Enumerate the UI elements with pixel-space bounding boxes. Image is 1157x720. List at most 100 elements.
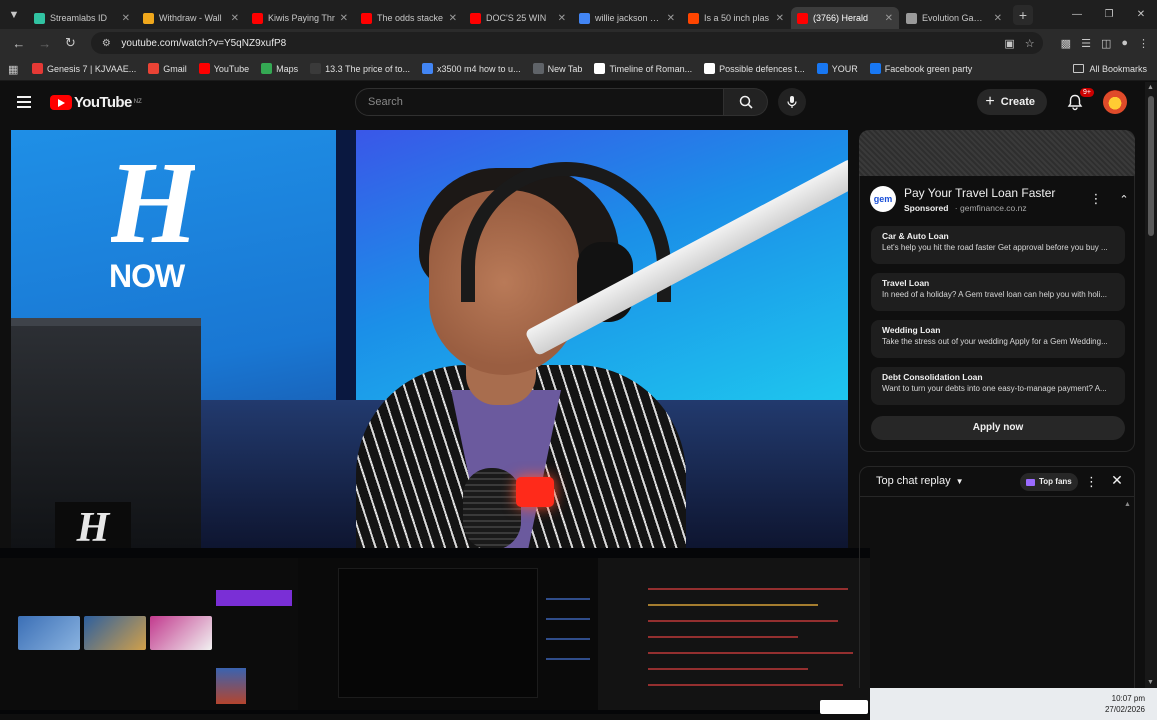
side-panel-icon[interactable]: ◫ [1101,37,1111,50]
chat-scroll-up-icon[interactable]: ▲ [1124,501,1131,508]
create-button[interactable]: + Create [977,89,1047,115]
tab-close-icon[interactable]: ✕ [994,13,1002,24]
bookmark-item[interactable]: YOUR [816,63,858,74]
address-url[interactable]: youtube.com/watch?v=Y5qNZ9xufP8 [121,38,994,49]
search-icon [739,95,753,109]
browser-tab[interactable]: The odds stacke ✕ [355,7,463,29]
bookmark-item[interactable]: Genesis 7 | KJVAAE... [32,63,136,74]
chat-mode-dropdown[interactable]: Top chat replay ▼ [876,475,964,487]
tab-close-icon[interactable]: ✕ [558,13,566,24]
bookmark-item[interactable]: Maps [261,63,298,74]
tab-close-icon[interactable]: ✕ [340,13,348,24]
scrollbar-thumb[interactable] [1148,96,1154,236]
corner-brand-letter: H [76,505,111,547]
apply-now-button[interactable]: Apply now [871,416,1125,440]
browser-tab[interactable]: (3766) Herald ✕ [791,7,899,29]
tab-close-icon[interactable]: ✕ [231,13,239,24]
video-player[interactable]: H NOW H [11,130,848,548]
notifications-button[interactable]: 9+ [1061,88,1094,116]
advertiser-logo-text: gem [873,194,893,204]
ad-title[interactable]: Pay Your Travel Loan Faster [904,186,1055,200]
tab-close-icon[interactable]: ✕ [449,13,457,24]
install-app-icon[interactable]: ▣ [1004,37,1014,50]
bookmark-label: Facebook green party [884,63,973,74]
bookmark-label: Gmail [163,63,187,74]
bookmark-item[interactable]: Facebook green party [869,63,973,74]
bookmark-item[interactable]: 13.3 The price of to... [310,63,410,74]
corner-h-logo: H [76,505,111,547]
back-arrow-icon[interactable]: ← [8,32,30,54]
tab-title: (3766) Herald [813,13,869,23]
chat-more-options-icon[interactable]: ⋮ [1085,474,1098,490]
minimize-icon[interactable]: — [1061,0,1093,29]
tab-close-icon[interactable]: ✕ [122,13,130,24]
bookmark-list: Genesis 7 | KJVAAE... Gmail YouTube Maps 13.… [32,63,984,74]
restore-icon[interactable]: ❐ [1093,0,1125,29]
top-fans-button[interactable]: Top fans [1020,473,1078,491]
advertiser-logo[interactable]: gem [870,186,896,212]
bookmark-favicon-icon [198,63,210,74]
tab-favicon-icon [797,12,808,24]
forward-arrow-icon[interactable]: → [34,32,56,54]
tab-search-icon[interactable]: ▼ [0,0,28,29]
ad-sitelink-3[interactable]: Wedding Loan Take the stress out of your… [871,320,1125,358]
profile-icon[interactable]: ● [1121,37,1128,50]
capture-log-line [648,636,798,638]
microphone-icon [787,96,797,108]
taskbar-clock[interactable]: 10:07 pm 27/02/2026 [870,688,1157,720]
extensions-icon[interactable]: ▩ [1061,37,1071,50]
chat-close-icon[interactable]: ✕ [1109,472,1125,489]
tray-app-icon[interactable] [820,700,868,714]
site-info-icon[interactable]: ⚙ [99,36,113,50]
reload-icon[interactable]: ↻ [60,32,82,54]
media-controls-icon[interactable]: ☰ [1081,37,1091,50]
search-input[interactable] [355,88,724,116]
ad-banner-image[interactable] [859,130,1135,176]
bookmark-item[interactable]: Possible defences t... [704,63,805,74]
bell-icon [1067,94,1083,110]
close-window-icon[interactable]: ✕ [1125,0,1157,29]
ad-sitelink-title: Travel Loan [882,278,930,288]
page-scrollbar[interactable]: ▲ ▼ [1145,82,1157,688]
bookmark-favicon-icon [32,63,43,74]
address-bar[interactable]: ⚙ youtube.com/watch?v=Y5qNZ9xufP8 ▣ ☆ [91,32,1043,54]
browser-tab[interactable]: Evolution Gaming ✕ [900,7,1008,29]
scroll-down-icon[interactable]: ▼ [1147,679,1154,686]
ad-domain[interactable]: gemfinance.co.nz [960,203,1027,213]
account-avatar[interactable] [1103,90,1127,114]
browser-tab[interactable]: DOC'S 25 WIN ✕ [464,7,572,29]
ad-sitelink-1[interactable]: Car & Auto Loan Let's help you hit the r… [871,226,1125,264]
voice-search-button[interactable] [778,88,806,116]
bookmark-item[interactable]: Gmail [148,63,187,74]
bookmark-label: Timeline of Roman... [609,63,693,74]
ad-more-options-icon[interactable]: ⋮ [1088,192,1104,208]
tab-close-icon[interactable]: ✕ [776,13,784,24]
ad-sitelink-2[interactable]: Travel Loan In need of a holiday? A Gem … [871,273,1125,311]
bookmark-item[interactable]: YouTube [198,63,249,74]
capture-log-line [648,588,848,590]
browser-tab[interactable]: Is a 50 inch plas ✕ [682,7,790,29]
all-bookmarks-button[interactable]: All Bookmarks [1073,64,1147,74]
browser-tab[interactable]: Streamlabs ID ✕ [28,7,136,29]
browser-tab[interactable]: willie jackson age ✕ [573,7,681,29]
bookmark-item[interactable]: New Tab [532,63,582,74]
on-air-light [516,477,554,507]
browser-tab[interactable]: Withdraw - Wall ✕ [137,7,245,29]
scroll-up-icon[interactable]: ▲ [1147,84,1154,91]
browser-tab[interactable]: Kiwis Paying Thr ✕ [246,7,354,29]
bookmark-item[interactable]: Timeline of Roman... [594,63,692,74]
bookmark-item[interactable]: x3500 m4 how to u... [422,63,521,74]
bookmark-star-icon[interactable]: ☆ [1025,37,1035,50]
ad-sitelink-4[interactable]: Debt Consolidation Loan Want to turn you… [871,367,1125,405]
chat-title: Top chat replay [876,475,951,487]
guide-menu-icon[interactable] [12,90,36,114]
tab-close-icon[interactable]: ✕ [885,13,893,24]
browser-menu-icon[interactable]: ⋮ [1138,37,1149,50]
ad-collapse-chevron-up-icon[interactable]: ⌃ [1116,192,1132,208]
top-fans-icon [1026,478,1035,486]
youtube-logo[interactable]: YouTube NZ [50,94,142,111]
tab-close-icon[interactable]: ✕ [667,13,675,24]
new-tab-button[interactable]: + [1013,4,1033,25]
apps-grid-icon[interactable]: ▦ [8,63,20,76]
search-button[interactable] [724,88,768,116]
